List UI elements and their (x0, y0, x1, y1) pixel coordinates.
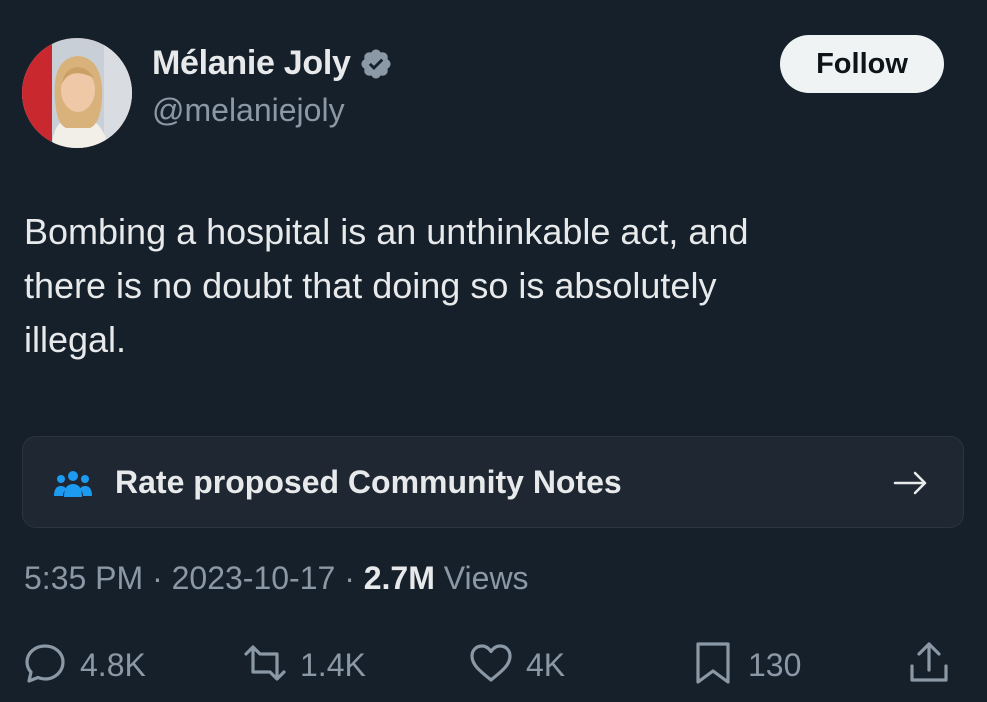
reply-icon (22, 640, 68, 691)
avatar[interactable] (22, 38, 132, 148)
follow-button[interactable]: Follow (780, 35, 944, 93)
like-button[interactable]: 4K (468, 640, 565, 691)
bookmark-button[interactable]: 130 (690, 640, 801, 691)
reply-count: 4.8K (80, 647, 146, 683)
people-icon (53, 467, 93, 499)
heart-icon (468, 640, 514, 691)
tweet-date[interactable]: 2023-10-17 (172, 560, 336, 597)
share-icon (906, 640, 952, 691)
views-label: Views (434, 560, 529, 596)
author-name-row: Mélanie Joly (152, 44, 393, 83)
action-bar: 4.8K 1.4K 4K 130 (0, 640, 987, 690)
verified-badge-icon (359, 47, 393, 81)
arrow-right-icon (891, 465, 931, 501)
author-handle[interactable]: @melaniejoly (152, 92, 345, 129)
community-notes-label: Rate proposed Community Notes (115, 464, 622, 500)
like-count: 4K (526, 647, 566, 683)
bookmark-count: 130 (748, 647, 802, 683)
author-name[interactable]: Mélanie Joly (152, 44, 351, 83)
community-notes-card[interactable]: Rate proposed Community Notes (22, 436, 964, 528)
meta-separator: · (143, 560, 172, 596)
repost-button[interactable]: 1.4K (242, 640, 366, 691)
repost-icon (242, 640, 288, 691)
tweet-meta: 5:35 PM · 2023-10-17 · 2.7M Views (24, 560, 529, 597)
avatar-photo (22, 38, 132, 148)
tweet-time[interactable]: 5:35 PM (24, 560, 143, 597)
reply-button[interactable]: 4.8K (22, 640, 146, 691)
views-count: 2.7M (363, 560, 435, 596)
share-button[interactable] (906, 640, 952, 691)
tweet-text: Bombing a hospital is an unthinkable act… (24, 211, 749, 360)
bookmark-icon (690, 640, 736, 691)
repost-count: 1.4K (300, 647, 366, 683)
meta-separator: · (335, 560, 364, 596)
